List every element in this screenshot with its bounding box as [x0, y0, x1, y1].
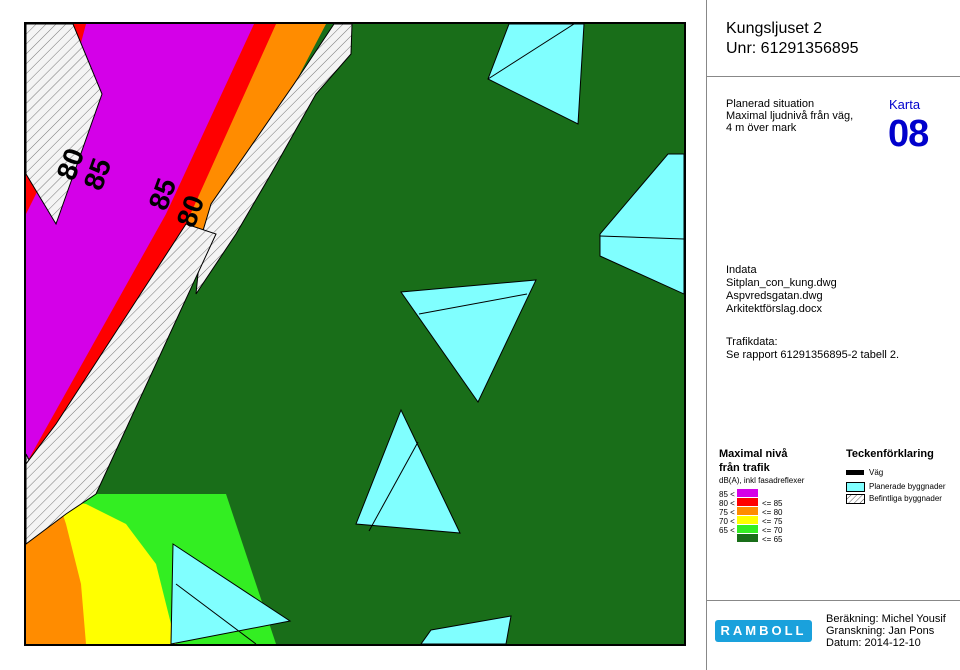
input-heading: Indata: [726, 264, 757, 276]
input-file-3: Arkitektförslag.docx: [726, 303, 822, 315]
noise-map: 80 85 85 80 Maximal nivå från trafik dB(…: [24, 22, 686, 646]
separator: [706, 600, 960, 601]
ramboll-logo: RAMBOLL: [715, 620, 812, 642]
map-description-3: 4 m över mark: [726, 122, 797, 134]
map-canvas: 80 85 85 80: [26, 24, 684, 644]
map-number: 08: [888, 113, 929, 155]
map-description-2: Maximal ljudnivå från väg,: [726, 110, 854, 122]
input-file-1: Sitplan_con_kung.dwg: [726, 277, 837, 289]
map-description-1: Planerad situation: [726, 98, 815, 110]
credit-review: Granskning: Jan Pons: [826, 625, 935, 637]
credit-calculation: Beräkning: Michel Yousif: [826, 613, 946, 625]
project-number: Unr: 61291356895: [726, 40, 859, 57]
traffic-heading: Trafikdata:: [726, 336, 778, 348]
map-label: Karta: [889, 97, 921, 112]
project-name: Kungsljuset 2: [726, 20, 823, 37]
credit-date: Datum: 2014-12-10: [826, 637, 921, 649]
input-file-2: Aspvredsgatan.dwg: [726, 290, 823, 302]
traffic-reference: Se rapport 61291356895-2 tabell 2.: [726, 349, 900, 361]
separator: [706, 76, 960, 77]
